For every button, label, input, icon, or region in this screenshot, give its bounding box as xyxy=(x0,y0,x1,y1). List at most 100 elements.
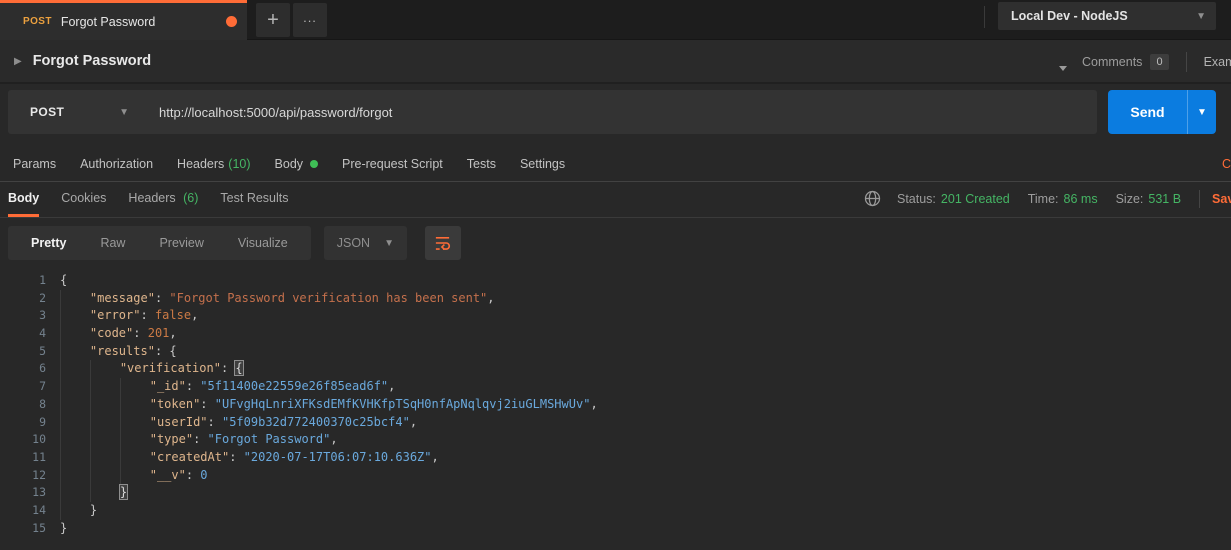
indent-guide xyxy=(89,448,120,467)
token-pn: } xyxy=(60,520,68,535)
url-input[interactable]: http://localhost:5000/api/password/forgo… xyxy=(147,105,392,120)
code-line: 12 "__v": 0 xyxy=(0,466,1231,485)
wrap-text-button[interactable] xyxy=(424,226,461,260)
status-value: 201 Created xyxy=(940,191,1010,206)
token-pn: : xyxy=(185,379,201,394)
line-number: 13 xyxy=(32,485,46,500)
collapse-caret-icon[interactable]: ▶ xyxy=(14,56,22,67)
size-value: 531 B xyxy=(1148,191,1182,206)
token-match: } xyxy=(118,484,129,501)
request-header: ▶ Forgot Password Comments 0 Examples xyxy=(0,40,1231,84)
view-tab-preview[interactable]: Preview xyxy=(142,236,220,250)
request-tab-pre-request-script[interactable]: Pre-request Script xyxy=(342,157,443,171)
request-tab-settings[interactable]: Settings xyxy=(520,157,565,171)
tab-title: Forgot Password xyxy=(60,14,156,29)
request-name: Forgot Password xyxy=(32,53,152,69)
request-header-actions: Comments 0 Examples xyxy=(1056,40,1231,84)
token-key: "results" xyxy=(89,343,155,358)
size-label: Size: xyxy=(1115,191,1144,206)
method-dropdown[interactable]: POST ▼ xyxy=(8,105,147,119)
tab-strip: POST Forgot Password + ... Local Dev - N… xyxy=(0,0,1231,40)
token-blue: "5f09b32d772400370c25bcf4" xyxy=(221,414,410,429)
examples-button[interactable]: Examples xyxy=(1204,55,1231,69)
token-pn: , xyxy=(169,326,177,341)
token-pn: : xyxy=(207,414,222,429)
tab-label: Authorization xyxy=(80,156,154,171)
indent-guide xyxy=(60,360,90,379)
response-tabs: Body Cookies Headers (6) Test Results xyxy=(8,191,289,217)
save-response-button[interactable]: Save Response xyxy=(1212,192,1231,206)
request-tab-tests[interactable]: Tests xyxy=(467,157,496,171)
token-num: false xyxy=(154,308,192,323)
indent-guide xyxy=(89,431,120,449)
token-match: { xyxy=(234,360,244,377)
tab-label: Settings xyxy=(519,156,566,171)
request-tab-headers[interactable]: Headers (10) xyxy=(177,157,250,171)
token-num: 201 xyxy=(147,326,170,341)
token-key: "_id" xyxy=(149,379,186,394)
line-number: 4 xyxy=(39,326,46,341)
language-dropdown[interactable]: JSON ▼ xyxy=(323,226,407,260)
status-label: Status: xyxy=(897,191,936,206)
line-number: 10 xyxy=(32,432,46,447)
request-builder: POST ▼ http://localhost:5000/api/passwor… xyxy=(0,84,1231,140)
response-tab-cookies[interactable]: Cookies xyxy=(61,191,106,217)
response-body-editor[interactable]: 1{2 "message": "Forgot Password verifica… xyxy=(0,268,1231,537)
environment-selector[interactable]: Local Dev - NodeJS ▼ xyxy=(998,2,1216,30)
response-tab-body[interactable]: Body xyxy=(8,191,40,217)
code-line: 4 "code": 201, xyxy=(0,325,1231,343)
code-line: 5 "results": { xyxy=(0,342,1231,361)
send-options-button[interactable]: ▼ xyxy=(1187,90,1216,134)
indent-guide xyxy=(89,395,120,414)
time-value: 86 ms xyxy=(1063,191,1098,206)
code-line: 15} xyxy=(0,520,1231,538)
response-tab-test-results[interactable]: Test Results xyxy=(220,191,288,217)
environment-name: Local Dev - NodeJS xyxy=(1011,9,1128,23)
request-tab-authorization[interactable]: Authorization xyxy=(80,157,153,171)
token-blue: "UFvgHqLnriXFKsdEMfKVHKfpTSqH0nfApNqlqvj… xyxy=(214,396,591,411)
request-tab-body[interactable]: Body xyxy=(275,157,319,171)
token-key: "createdAt" xyxy=(149,449,230,464)
tab-method-badge: POST xyxy=(23,16,52,27)
new-tab-button[interactable]: + xyxy=(256,3,290,37)
cookies-link[interactable]: Cookies xyxy=(1222,157,1231,171)
code-line: 6 "verification": { xyxy=(0,360,1231,379)
code-line: 8 "token": "UFvgHqLnriXFKsdEMfKVHKfpTSqH… xyxy=(0,395,1231,414)
tab-count: (10) xyxy=(228,156,251,171)
request-tabs: Params Authorization Headers (10) Body Pre-re… xyxy=(0,146,1231,182)
send-button-group: Send ▼ xyxy=(1108,90,1216,134)
indent-guide xyxy=(119,413,150,432)
token-pn: : xyxy=(154,290,170,305)
response-tab-headers[interactable]: Headers (6) xyxy=(128,191,198,217)
token-blue: "5f11400e22559e26f85ead6f" xyxy=(200,379,389,394)
code-line: 3 "error": false, xyxy=(0,307,1231,326)
indent-guide xyxy=(60,342,90,361)
indent-guide xyxy=(89,360,120,379)
chevron-down-icon: ▼ xyxy=(1196,10,1206,22)
indent-guide xyxy=(60,413,90,432)
view-tab-visualize[interactable]: Visualize xyxy=(221,236,305,250)
view-tab-pretty[interactable]: Pretty xyxy=(14,236,83,250)
indent-guide xyxy=(60,325,90,343)
tab-options-button[interactable]: ... xyxy=(293,3,327,37)
send-button[interactable]: Send xyxy=(1108,90,1187,134)
tab-label: Tests xyxy=(466,156,496,171)
line-number: 3 xyxy=(39,308,46,323)
code-line: 13 } xyxy=(0,484,1231,502)
code-line: 10 "type": "Forgot Password", xyxy=(0,431,1231,449)
indent-guide xyxy=(60,395,90,414)
token-pn: , xyxy=(431,449,439,464)
line-number: 6 xyxy=(39,361,46,376)
divider xyxy=(984,6,985,28)
indent-guide xyxy=(89,413,120,432)
tab-label: Headers xyxy=(177,156,225,171)
request-tab-params[interactable]: Params xyxy=(13,157,56,171)
comments-button[interactable]: Comments xyxy=(1082,55,1142,69)
line-number: 1 xyxy=(39,273,46,287)
code-line: 7 "_id": "5f11400e22559e26f85ead6f", xyxy=(0,378,1231,396)
tab-count: (6) xyxy=(179,191,199,205)
view-tab-raw[interactable]: Raw xyxy=(83,236,142,250)
indent-guide xyxy=(89,378,120,396)
token-blue: "2020-07-17T06:07:10.636Z" xyxy=(243,449,432,464)
open-request-tab[interactable]: POST Forgot Password xyxy=(0,0,247,40)
